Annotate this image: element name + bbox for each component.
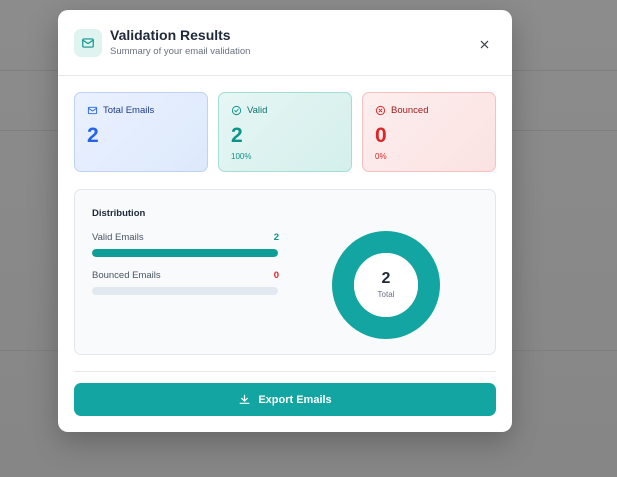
modal-subtitle: Summary of your email validation: [110, 46, 251, 57]
validation-results-modal: Validation Results Summary of your email…: [58, 10, 512, 432]
x-circle-icon: [375, 105, 386, 116]
close-icon: [480, 40, 488, 48]
total-emails-label: Total Emails: [87, 105, 154, 116]
mail-icon: [74, 29, 102, 57]
valid-emails-bar-fill: [92, 249, 278, 257]
total-emails-card: Total Emails 2: [74, 92, 208, 172]
total-emails-label-text: Total Emails: [103, 105, 155, 116]
valid-value: 2: [231, 124, 243, 147]
donut-total-label: Total: [377, 290, 395, 299]
total-emails-value: 2: [87, 124, 99, 147]
distribution-title: Distribution: [92, 208, 146, 219]
close-button[interactable]: [474, 34, 494, 54]
distribution-panel: Distribution Valid Emails 2 Bounced Emai…: [74, 189, 496, 355]
valid-emails-label: Valid Emails: [92, 232, 144, 243]
export-emails-button[interactable]: Export Emails: [74, 383, 496, 416]
bounced-emails-count: 0: [273, 270, 279, 281]
modal-header: Validation Results Summary of your email…: [58, 10, 512, 76]
modal-title: Validation Results: [110, 27, 231, 43]
valid-emails-bar: [92, 249, 278, 257]
valid-emails-count: 2: [273, 232, 279, 243]
bounced-value: 0: [375, 124, 387, 147]
bounced-label-text: Bounced: [391, 105, 429, 116]
bounced-emails-bar: [92, 287, 278, 295]
valid-card: Valid 2 100%: [218, 92, 352, 172]
bounced-emails-label: Bounced Emails: [92, 270, 161, 281]
donut-total-value: 2: [381, 270, 391, 287]
footer-divider: [74, 371, 496, 372]
export-emails-label: Export Emails: [258, 393, 332, 406]
valid-label-text: Valid: [247, 105, 268, 116]
mail-icon: [87, 106, 98, 115]
check-circle-icon: [231, 105, 242, 116]
valid-percent: 100%: [231, 152, 252, 161]
bounced-label: Bounced: [375, 105, 429, 116]
bounced-card: Bounced 0 0%: [362, 92, 496, 172]
download-icon: [239, 394, 250, 404]
valid-label: Valid: [231, 105, 267, 116]
bounced-percent: 0%: [375, 152, 387, 161]
